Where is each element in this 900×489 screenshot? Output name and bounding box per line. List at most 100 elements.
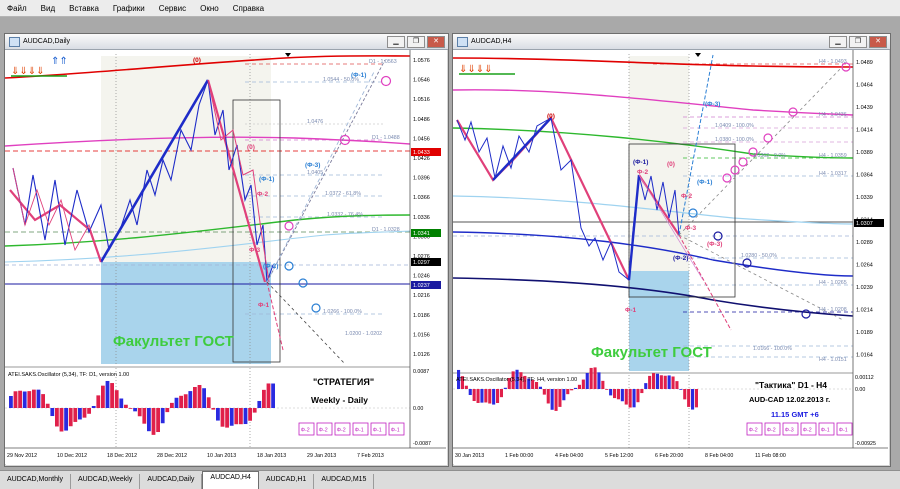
price-tag-label: 1.0297 [413,260,430,266]
osc-bar [644,383,648,389]
chart-canvas-h4[interactable]: ⇓⇓⇓⇓ 1.04891.04641.04391.04141.03891.036… [453,50,888,464]
osc-axis-label: 0.0087 [413,369,429,375]
osc-bar [480,389,484,403]
maximize-button[interactable]: ❐ [407,35,425,48]
axis-tick-label: 1.0439 [856,105,873,111]
time-tick-label: 8 Feb 04:00 [705,453,733,459]
chart-window-h4[interactable]: AUDCAD,H4 ▁ ❐ ✕ ⇓⇓⇓⇓ 1.0489 1.0464 1.043… [452,33,891,467]
osc-bar [593,367,597,389]
minimize-button[interactable]: ▁ [829,35,847,48]
osc-bar [691,389,695,410]
osc-bar [91,405,96,408]
osc-bar [659,375,663,389]
menu-file[interactable]: Файл [0,4,34,13]
osc-bar [174,397,179,408]
chart-tab[interactable]: AUDCAD,Weekly [71,474,141,489]
osc-bar [636,389,640,403]
fib-level-label: 1.0200 - 1.0202 [345,331,382,337]
wave-label: (Φ-3) [305,162,320,169]
maximize-button[interactable]: ❐ [849,35,867,48]
osc-bar [239,408,243,425]
window-titlebar-h4[interactable]: AUDCAD,H4 ▁ ❐ ✕ [453,34,890,50]
fib-level-label: H4 - 1.0151 [819,357,847,363]
axis-tick-label: 1.0239 [856,285,873,291]
chart-tab[interactable]: AUDCAD,M15 [314,474,375,489]
watermark-h4: Факультет ГОСТ [591,344,712,361]
fib-level-label: 1.0266 - 100.0% [323,309,362,315]
fib-level-label: H4 - 1.0436 [819,112,847,118]
chart-tab[interactable]: AUDCAD,H4 [202,471,259,489]
osc-bar [243,408,248,425]
menu-view[interactable]: Вид [34,4,62,13]
window-titlebar-daily[interactable]: AUDCAD,Daily ▁ ❐ ✕ [5,34,448,50]
price-tag-label: 1.0433 [413,150,430,156]
osc-bar [151,408,156,435]
osc-bar [133,408,137,412]
close-button[interactable]: ✕ [869,35,887,48]
chart-tab[interactable]: AUDCAD,Daily [140,474,203,489]
fib-level-label: 1.0380 - 100.0% [715,137,754,143]
close-button[interactable]: ✕ [427,35,445,48]
fib-level-label: 1.0476 [307,119,323,125]
menu-charts[interactable]: Графики [106,4,152,13]
axis-tick-label: 1.0186 [413,313,430,319]
osc-bar [197,384,202,408]
osc-bar [87,408,91,414]
chart-tab[interactable]: AUDCAD,H1 [258,474,315,489]
osc-bar [488,389,492,404]
wave-label: Φ-2 [257,191,268,198]
menu-window[interactable]: Окно [193,4,226,13]
fib-level-label: 1.0409 - 100.0% [715,123,754,129]
time-tick-label: 11 Feb 08:00 [755,453,786,459]
osc-axis-label: 0.00 [413,406,423,412]
chart-window-daily[interactable]: AUDCAD,Daily ▁ ❐ ✕ ⇓⇓⇓⇓ ⇑⇑ 1.0576 1.0546… [4,33,449,467]
osc-bar [271,383,275,408]
osc-bar [616,389,620,400]
osc-bar [503,387,507,389]
price-tag-label: 1.0341 [413,231,430,237]
osc-bar [542,389,546,395]
chart-tab[interactable]: AUDCAD,Monthly [0,474,72,489]
wave-label: Φ-1 [258,302,269,309]
fib-level-label: 1.0332 - 76.4% [327,212,363,218]
osc-bar [628,389,632,408]
axis-tick-label: 1.0516 [413,97,430,103]
phi-button-label: Φ-1 [391,428,400,434]
phi-button-label: Φ-2 [337,428,346,434]
fib-level-label: D1 - 1.0488 [372,135,400,141]
osc-bar [652,373,656,389]
chart-canvas-daily[interactable]: ⇓⇓⇓⇓ ⇑⇑ 1.05761.05461.05161.04861.04561.… [5,50,446,464]
menu-insert[interactable]: Вставка [62,4,106,13]
wave-label: Φ-2 [681,193,692,200]
wave-label: (Φ-3) [705,101,720,108]
time-tick-label: 18 Jan 2013 [257,453,286,459]
osc-bar [257,400,262,408]
osc-bar [663,375,667,389]
osc-bar [648,375,652,389]
osc-bar [535,382,539,389]
axis-tick-label: 1.0396 [413,176,430,182]
strategy-title: "СТРАТЕГИЯ" [313,377,374,387]
fib-level-label: H4 - 1.0493 [819,59,847,65]
osc-bar [585,372,589,389]
minimize-button[interactable]: ▁ [387,35,405,48]
osc-bar [683,389,687,400]
osc-bar [45,403,50,408]
time-tick-label: 10 Dec 2012 [57,453,87,459]
phi-button-label: Φ-1 [821,428,830,434]
wave-label: Φ-3 [249,247,260,254]
mdi-area: AUDCAD,Daily ▁ ❐ ✕ ⇓⇓⇓⇓ ⇑⇑ 1.0576 1.0546… [0,17,900,470]
osc-bar [50,408,55,417]
menu-help[interactable]: Справка [226,4,271,13]
axis-tick-label: 1.0456 [413,136,430,142]
osc-bar [147,408,151,432]
time-tick-label: 28 Dec 2012 [157,453,187,459]
osc-bar [620,389,624,402]
osc-bar [27,391,32,408]
osc-bar [577,384,581,389]
osc-bar [229,408,234,426]
menu-tools[interactable]: Сервис [152,4,193,13]
tactics-time: 11.15 GMT +6 [771,410,819,419]
fib-level-label: H4 - 1.0317 [819,171,847,177]
osc-bar [554,389,558,411]
